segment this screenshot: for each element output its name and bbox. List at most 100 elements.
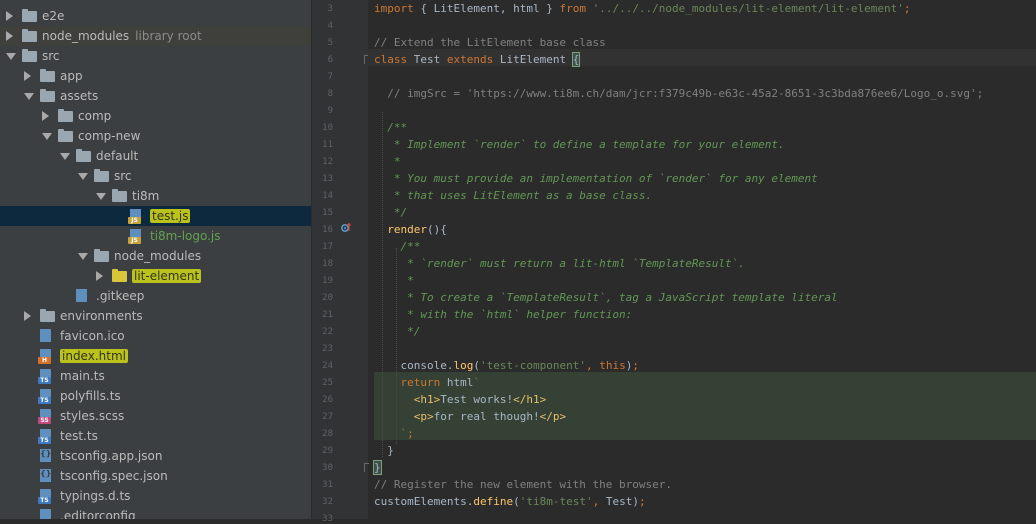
project-tree: e2e node_modules library root src app assets c… — [0, 0, 311, 519]
code-line[interactable]: } — [373, 459, 382, 476]
tree-item[interactable]: e2e — [0, 6, 311, 26]
code-line[interactable]: * Implement `render` to define a templat… — [374, 136, 785, 153]
tree-item[interactable]: TS typings.d.ts — [0, 486, 311, 506]
code-token: render — [387, 223, 427, 236]
chevron-down-icon[interactable] — [60, 153, 70, 160]
chevron-down-icon[interactable] — [78, 173, 88, 180]
code-editor[interactable]: import { LitElement, html } from '../../… — [368, 0, 1036, 519]
tree-item-label: node_modules — [114, 249, 202, 263]
code-token: <p> — [413, 410, 434, 423]
code-line[interactable]: * — [374, 153, 401, 170]
code-token: extends — [446, 53, 494, 66]
line-number: 12 — [322, 157, 333, 167]
line-number: 33 — [322, 514, 333, 524]
code-token: * with the `html` helper function: — [374, 308, 633, 321]
chevron-right-icon[interactable] — [24, 311, 31, 321]
tree-item-label: node_modules — [42, 29, 130, 43]
code-line[interactable]: // Register the new element with the bro… — [374, 476, 672, 493]
tree-item[interactable]: src — [0, 166, 311, 186]
chevron-down-icon[interactable] — [78, 253, 88, 260]
chevron-down-icon[interactable] — [6, 53, 16, 60]
line-number: 32 — [322, 497, 333, 507]
chevron-right-icon[interactable] — [96, 271, 103, 281]
tree-item-label: index.html — [60, 349, 128, 363]
tree-item-label: test.js — [150, 209, 191, 223]
code-token: <h1> — [413, 393, 441, 406]
chevron-right-icon[interactable] — [42, 111, 49, 121]
tree-item-label: .editorconfig — [60, 509, 136, 519]
code-token: Test — [407, 53, 447, 66]
code-line[interactable]: * `render` must return a lit-html `Templ… — [374, 255, 745, 272]
tree-item[interactable]: TS main.ts — [0, 366, 311, 386]
code-line[interactable]: } — [374, 442, 394, 459]
code-token: console. — [374, 359, 454, 372]
folder-icon — [112, 269, 127, 282]
tree-item[interactable]: environments — [0, 306, 311, 326]
code-line[interactable]: */ — [374, 323, 420, 340]
chevron-right-icon[interactable] — [6, 31, 13, 41]
tree-item[interactable]: default — [0, 146, 311, 166]
line-number: 22 — [322, 327, 333, 337]
tree-item[interactable]: comp-new — [0, 126, 311, 146]
code-token: Test works! — [440, 393, 514, 406]
tree-item[interactable]: tsconfig.app.json — [0, 446, 311, 466]
code-line[interactable]: // imgSrc = 'https://www.ti8m.ch/dam/jcr… — [374, 85, 983, 102]
code-line[interactable]: * — [374, 272, 414, 289]
code-line[interactable]: class Test extends LitElement { — [374, 51, 581, 68]
ts-file-icon: TS — [38, 489, 51, 504]
chevron-down-icon[interactable] — [42, 133, 52, 140]
tree-item[interactable]: SS styles.scss — [0, 406, 311, 426]
tree-item[interactable]: favicon.ico — [0, 326, 311, 346]
tree-item[interactable]: src — [0, 46, 311, 66]
tree-item[interactable]: comp — [0, 106, 311, 126]
tree-item[interactable]: Hindex.html — [0, 346, 311, 366]
tree-item[interactable]: lit-element — [0, 266, 311, 286]
code-token: class — [374, 53, 408, 66]
line-number: 15 — [322, 208, 333, 218]
code-line[interactable]: * that uses LitElement as a base class. — [374, 187, 652, 204]
tree-item[interactable]: node_modules — [0, 246, 311, 266]
code-line[interactable]: return html` — [374, 374, 481, 391]
code-line[interactable]: <h1>Test works!</h1> — [374, 391, 546, 408]
code-line[interactable]: /** — [374, 119, 407, 136]
js-file-icon: JS — [128, 209, 141, 224]
code-line[interactable]: * To create a `TemplateResult`, tag a Ja… — [374, 289, 837, 306]
chevron-down-icon[interactable] — [24, 93, 34, 100]
code-token: for real though! — [433, 410, 540, 423]
code-line[interactable]: * with the `html` helper function: — [374, 306, 632, 323]
tree-item[interactable]: TS test.ts — [0, 426, 311, 446]
folder-icon — [76, 149, 91, 162]
line-number: 21 — [322, 310, 333, 320]
line-number: 9 — [327, 106, 333, 116]
code-line[interactable]: */ — [374, 204, 407, 221]
tree-item[interactable]: JS test.js — [0, 206, 311, 226]
code-line[interactable]: customElements.define('ti8m-test', Test)… — [374, 493, 646, 510]
tree-item[interactable]: tsconfig.spec.json — [0, 466, 311, 486]
chevron-right-icon[interactable] — [24, 71, 31, 81]
code-line[interactable]: * You must provide an implementation of … — [374, 170, 818, 187]
tree-item[interactable]: JS ti8m-logo.js — [0, 226, 311, 246]
tree-item[interactable]: .gitkeep — [0, 286, 311, 306]
tree-item[interactable]: ti8m — [0, 186, 311, 206]
tree-item[interactable]: .editorconfig — [0, 506, 311, 519]
code-line[interactable]: import { LitElement, html } from '../../… — [374, 0, 910, 17]
code-line[interactable]: // Extend the LitElement base class — [374, 34, 606, 51]
code-line[interactable]: render(){ — [374, 221, 447, 238]
js-file-icon: JS — [128, 229, 141, 244]
code-line[interactable]: console.log('test-component', this); — [374, 357, 638, 374]
tree-item[interactable]: app — [0, 66, 311, 86]
chevron-right-icon[interactable] — [6, 11, 13, 21]
code-line[interactable]: /** — [374, 238, 420, 255]
code-line[interactable]: `; — [374, 425, 413, 442]
line-number: 26 — [322, 395, 333, 405]
code-token: { — [571, 52, 581, 67]
override-method-icon[interactable] — [341, 222, 352, 233]
tree-item[interactable]: assets — [0, 86, 311, 106]
tree-item[interactable]: TS polyfills.ts — [0, 386, 311, 406]
tree-item-label: environments — [60, 309, 143, 323]
tree-item[interactable]: node_modules library root — [0, 26, 311, 46]
code-line[interactable]: <p>for real though!</p> — [374, 408, 566, 425]
chevron-down-icon[interactable] — [96, 193, 106, 200]
code-token: * Implement `render` to define a templat… — [374, 138, 785, 151]
